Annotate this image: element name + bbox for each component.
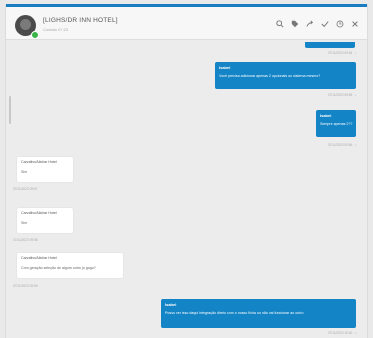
message-text: Você precisa adicionar apenas 2 opcionai… bbox=[219, 74, 321, 78]
message-sender: Carvalho/Alichar Hotel bbox=[21, 160, 57, 164]
search-icon[interactable] bbox=[275, 19, 284, 28]
message-sender: Carvalho/Alichar Hotel bbox=[21, 256, 57, 260]
share-icon[interactable] bbox=[305, 19, 314, 28]
message-sender: Isabel bbox=[219, 65, 231, 70]
header-toolbar bbox=[275, 19, 359, 28]
message-timestamp: 07/11/2023 10:00 ✓ bbox=[327, 331, 357, 335]
chat-header: [LIGHS/DR INN HOTEL] Contato 07:23 bbox=[6, 4, 367, 40]
message-timestamp: 07/11/2023 09:54 ✓ bbox=[327, 51, 357, 55]
message-text: Sempre apenas 2?? bbox=[320, 122, 353, 126]
message-bubble-incoming[interactable]: Carvalho/Alichar Hotel Com geração seleç… bbox=[17, 253, 123, 278]
message-bubble-outgoing[interactable]: Isabel Posso ver isso daqui integração d… bbox=[161, 299, 356, 328]
message-timestamp: 07/11/2023 09:56 ✓ bbox=[327, 143, 357, 147]
scrollbar-thumb[interactable] bbox=[9, 96, 11, 124]
contact-name[interactable]: [LIGHS/DR INN HOTEL] bbox=[43, 17, 118, 24]
message-timestamp: 07/11/2023 09:55 ✓ bbox=[327, 93, 357, 97]
close-icon[interactable] bbox=[350, 19, 359, 28]
message-timestamp: 07/11/2023 09:59 bbox=[13, 284, 38, 288]
message-sender: Isabel bbox=[165, 302, 177, 307]
message-text: Com geração seleção de algum outro jo go… bbox=[21, 266, 96, 270]
message-bubble-outgoing[interactable]: Isabel Sempre apenas 2?? bbox=[316, 110, 356, 137]
chat-window: [LIGHS/DR INN HOTEL] Contato 07:23 07/11… bbox=[5, 4, 368, 338]
tag-icon[interactable] bbox=[290, 19, 299, 28]
clock-icon[interactable] bbox=[335, 19, 344, 28]
previous-message-bubble bbox=[305, 42, 355, 48]
message-bubble-incoming[interactable]: Carvalho/Alichar Hotel Sim bbox=[17, 208, 73, 233]
message-text: Sim bbox=[21, 170, 28, 174]
message-bubble-outgoing[interactable]: Isabel Você precisa adicionar apenas 2 o… bbox=[215, 62, 356, 89]
message-bubble-incoming[interactable]: Carvalho/Alichar Hotel Sim bbox=[17, 157, 73, 182]
check-icon[interactable] bbox=[320, 19, 329, 28]
online-status-dot bbox=[31, 31, 39, 39]
message-sender: Carvalho/Alichar Hotel bbox=[21, 211, 57, 215]
message-text: Sim bbox=[21, 221, 28, 225]
message-timestamp: 07/11/2023 09:58 bbox=[13, 238, 38, 242]
message-timestamp: 07/11/2023 09:57 bbox=[13, 187, 38, 191]
message-text: Posso ver isso daqui integração direto c… bbox=[165, 311, 304, 315]
message-sender: Isabel bbox=[320, 113, 332, 118]
contact-status: Contato 07:23 bbox=[43, 27, 69, 32]
